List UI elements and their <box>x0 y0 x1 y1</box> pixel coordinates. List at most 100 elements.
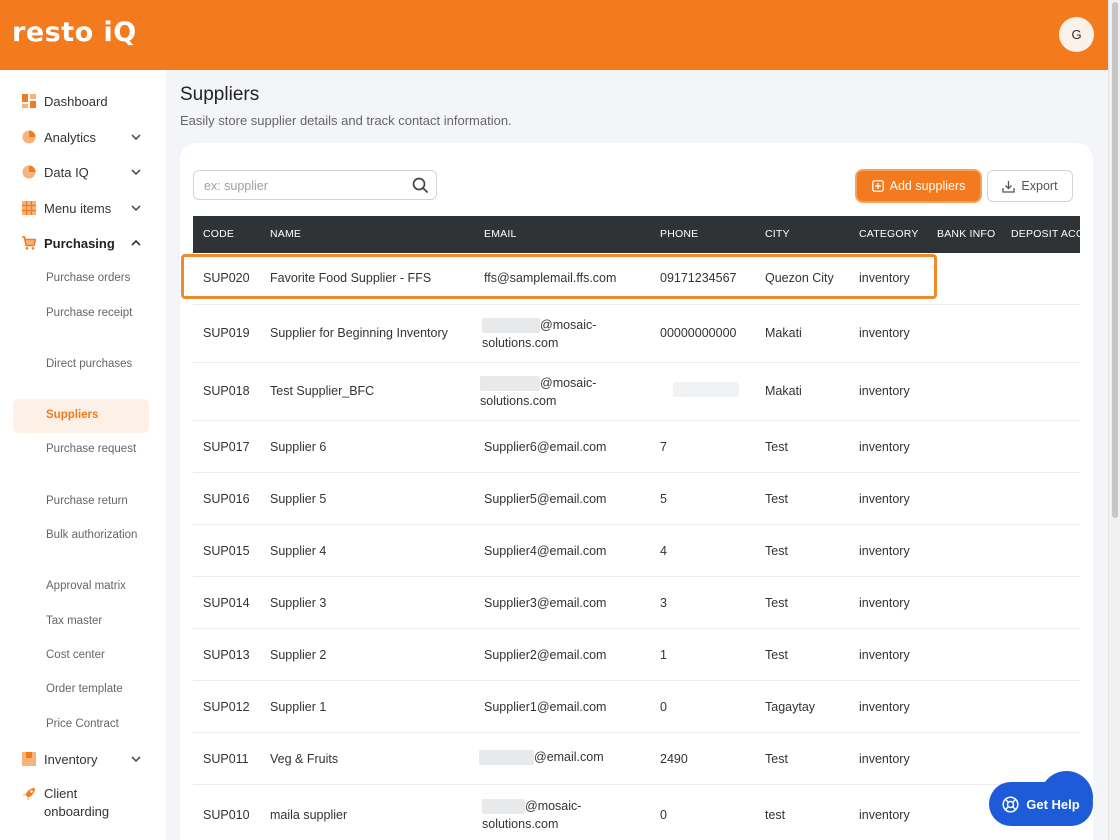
cell-code: SUP019 <box>203 326 250 340</box>
rocket-icon <box>23 788 35 800</box>
sidebar-item-label: Client onboarding <box>44 786 110 819</box>
table-row[interactable]: SUP012 Supplier 1 Supplier1@email.com 0 … <box>193 681 1080 733</box>
plus-square-icon <box>871 180 884 192</box>
chevron-down-icon[interactable] <box>130 131 142 143</box>
sidebar-item-analytics[interactable]: Analytics <box>22 127 147 147</box>
cell-name: maila supplier <box>270 808 348 822</box>
column-header-city[interactable]: CITY <box>765 228 790 240</box>
export-button[interactable]: Export <box>987 170 1073 202</box>
column-header-category[interactable]: CATEGORY <box>859 228 919 240</box>
cell-name: Supplier for Beginning Inventory <box>270 326 448 340</box>
column-header-name[interactable]: NAME <box>270 228 301 240</box>
app-logo[interactable]: resto iQ <box>12 17 137 48</box>
table-row[interactable]: SUP016 Supplier 5 Supplier5@email.com 5 … <box>193 473 1080 525</box>
get-help-label: Get Help <box>1026 796 1080 812</box>
cell-category: inventory <box>859 648 910 662</box>
cell-name: Supplier 6 <box>270 440 327 454</box>
table-row[interactable]: SUP014 Supplier 3 Supplier3@email.com 3 … <box>193 577 1080 629</box>
sidebar-sub-price-contract[interactable]: Price Contract <box>46 716 146 733</box>
sidebar-sub-approval-matrix[interactable]: Approval matrix <box>46 578 146 595</box>
sidebar-sub-purchase-receipt[interactable]: Purchase receipt <box>46 305 146 322</box>
cell-code: SUP010 <box>203 808 250 822</box>
cell-email: @mosaic-solutions.com <box>482 797 632 833</box>
sidebar-item-data-iq[interactable]: Data IQ <box>22 162 147 182</box>
table-row[interactable]: SUP015 Supplier 4 Supplier4@email.com 4 … <box>193 525 1080 577</box>
cell-phone: 2490 <box>660 752 688 766</box>
sidebar-item-label: Inventory <box>44 751 98 767</box>
cell-category: inventory <box>859 440 910 454</box>
sidebar-sub-direct-purchases[interactable]: Direct purchases <box>46 356 146 373</box>
column-header-deposit-account[interactable]: DEPOSIT ACC <box>1011 228 1080 240</box>
lifebuoy-icon <box>1002 795 1019 813</box>
cell-phone: 7 <box>660 440 667 454</box>
cell-email: @mosaic-solutions.com <box>480 374 630 410</box>
table-row[interactable]: SUP019 Supplier for Beginning Inventory … <box>193 305 1080 363</box>
page-scrollbar[interactable] <box>1108 0 1120 840</box>
sidebar-item-dashboard[interactable]: Dashboard <box>22 91 147 111</box>
sidebar-item-label: Dashboard <box>44 93 108 109</box>
cell-name: Test Supplier_BFC <box>270 384 375 398</box>
cell-email: @mosaic-solutions.com <box>482 316 632 352</box>
column-header-bank-info[interactable]: BANK INFO <box>937 228 995 240</box>
download-icon <box>1002 180 1016 193</box>
table-row[interactable]: SUP017 Supplier 6 Supplier6@email.com 7 … <box>193 421 1080 473</box>
cell-phone: 3 <box>660 596 667 610</box>
cell-phone <box>673 382 739 398</box>
table-row[interactable]: SUP010 maila supplier @mosaic-solutions.… <box>193 785 1080 840</box>
sidebar-sub-order-template[interactable]: Order template <box>46 681 146 698</box>
sidebar-item-client-onboarding[interactable]: Client onboarding <box>22 785 147 821</box>
redacted-text <box>480 376 540 392</box>
column-header-code[interactable]: CODE <box>203 228 234 240</box>
get-help-button[interactable]: Get Help <box>989 782 1093 826</box>
sidebar-sub-tax-master[interactable]: Tax master <box>46 613 146 630</box>
chevron-down-icon[interactable] <box>130 166 142 178</box>
column-header-phone[interactable]: PHONE <box>660 228 698 240</box>
user-avatar[interactable]: G <box>1059 17 1094 52</box>
search-box[interactable] <box>193 170 437 200</box>
chevron-up-icon[interactable] <box>130 237 142 249</box>
add-suppliers-button[interactable]: Add suppliers <box>857 171 980 201</box>
redacted-text <box>482 799 525 815</box>
column-header-email[interactable]: EMAIL <box>484 228 517 240</box>
menu-items-icon <box>22 201 36 215</box>
analytics-icon <box>22 130 36 144</box>
table-row[interactable]: SUP013 Supplier 2 Supplier2@email.com 1 … <box>193 629 1080 681</box>
cell-category: inventory <box>859 596 910 610</box>
sidebar-sub-cost-center[interactable]: Cost center <box>46 647 146 664</box>
chevron-down-icon[interactable] <box>130 753 142 765</box>
get-help-widget[interactable]: Get Help <box>989 771 1093 826</box>
scrollbar-thumb[interactable] <box>1112 2 1118 518</box>
cell-category: inventory <box>859 808 910 822</box>
cell-city: Test <box>765 492 788 506</box>
cell-name: Veg & Fruits <box>270 752 339 766</box>
search-input[interactable] <box>204 177 404 195</box>
cell-email: Supplier1@email.com <box>484 700 607 714</box>
table-row[interactable]: SUP018 Test Supplier_BFC @mosaic-solutio… <box>193 363 1080 421</box>
sidebar-sub-purchase-return[interactable]: Purchase return <box>46 493 146 510</box>
sidebar-item-label: Data IQ <box>44 164 89 180</box>
chevron-down-icon[interactable] <box>130 202 142 214</box>
sidebar-item-menu-items[interactable]: Menu items <box>22 198 147 218</box>
search-icon[interactable] <box>412 177 429 194</box>
sidebar-item-inventory[interactable]: Inventory <box>22 749 147 769</box>
sidebar-item-purchasing[interactable]: Purchasing <box>22 233 147 253</box>
cell-category: inventory <box>859 544 910 558</box>
sidebar-sub-suppliers[interactable]: Suppliers <box>46 407 146 424</box>
sidebar-item-label: Purchasing <box>44 235 115 251</box>
cell-city: Tagaytay <box>765 700 816 714</box>
cell-city: Test <box>765 752 788 766</box>
cell-phone: 0 <box>660 808 667 822</box>
sidebar-item-label: Analytics <box>44 129 97 145</box>
table-row[interactable]: SUP011 Veg & Fruits @email.com 2490 Test… <box>193 733 1080 785</box>
cell-code: SUP012 <box>203 700 250 714</box>
sidebar-sub-purchase-orders[interactable]: Purchase orders <box>46 270 146 287</box>
cell-code: SUP014 <box>203 596 250 610</box>
sidebar-sub-purchase-request[interactable]: Purchase request <box>46 441 146 458</box>
sidebar-sub-bulk-authorization[interactable]: Bulk authorization <box>46 527 146 544</box>
redacted-text <box>482 318 540 334</box>
table-header: CODE NAME EMAIL PHONE CITY CATEGORY BANK… <box>193 216 1080 253</box>
cell-email: Supplier4@email.com <box>484 544 607 558</box>
cell-email-text: @email.com <box>534 750 604 764</box>
cell-phone: 0 <box>660 700 667 714</box>
cell-city: Makati <box>765 384 802 398</box>
